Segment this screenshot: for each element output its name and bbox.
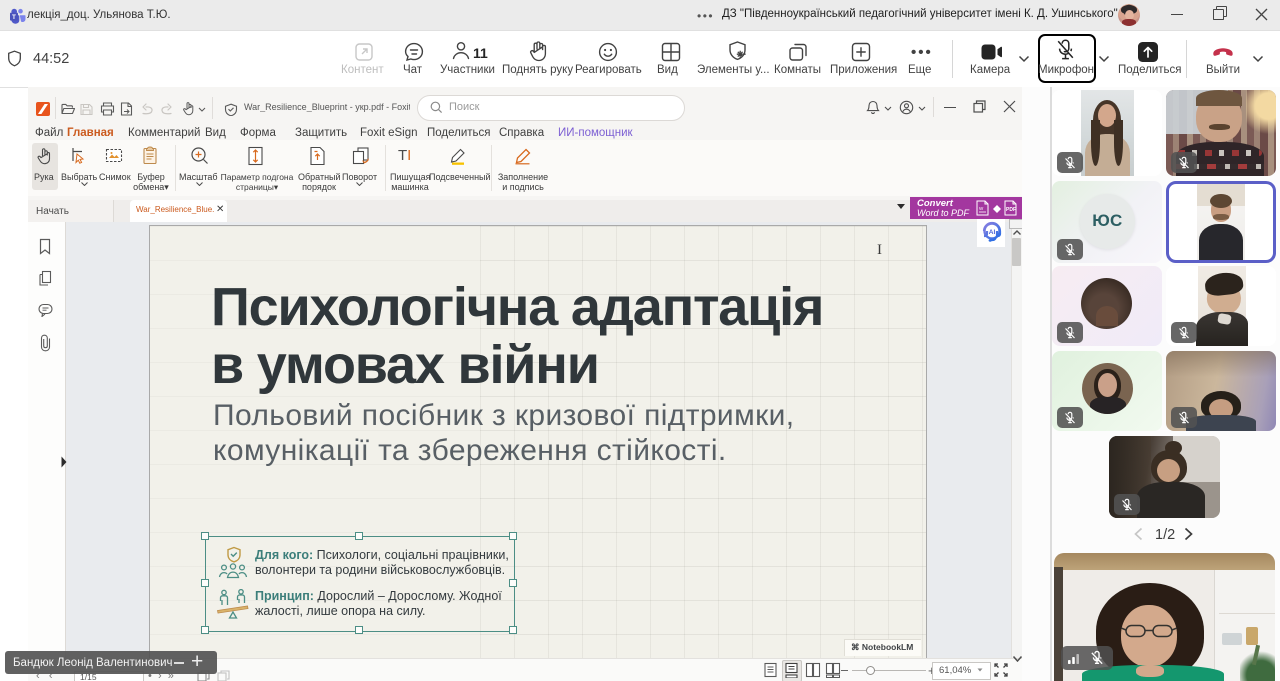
svg-text:AI: AI	[989, 229, 996, 236]
svg-text:PDF: PDF	[1006, 207, 1016, 213]
svg-text:T: T	[12, 14, 16, 21]
svg-text:W: W	[979, 206, 984, 211]
